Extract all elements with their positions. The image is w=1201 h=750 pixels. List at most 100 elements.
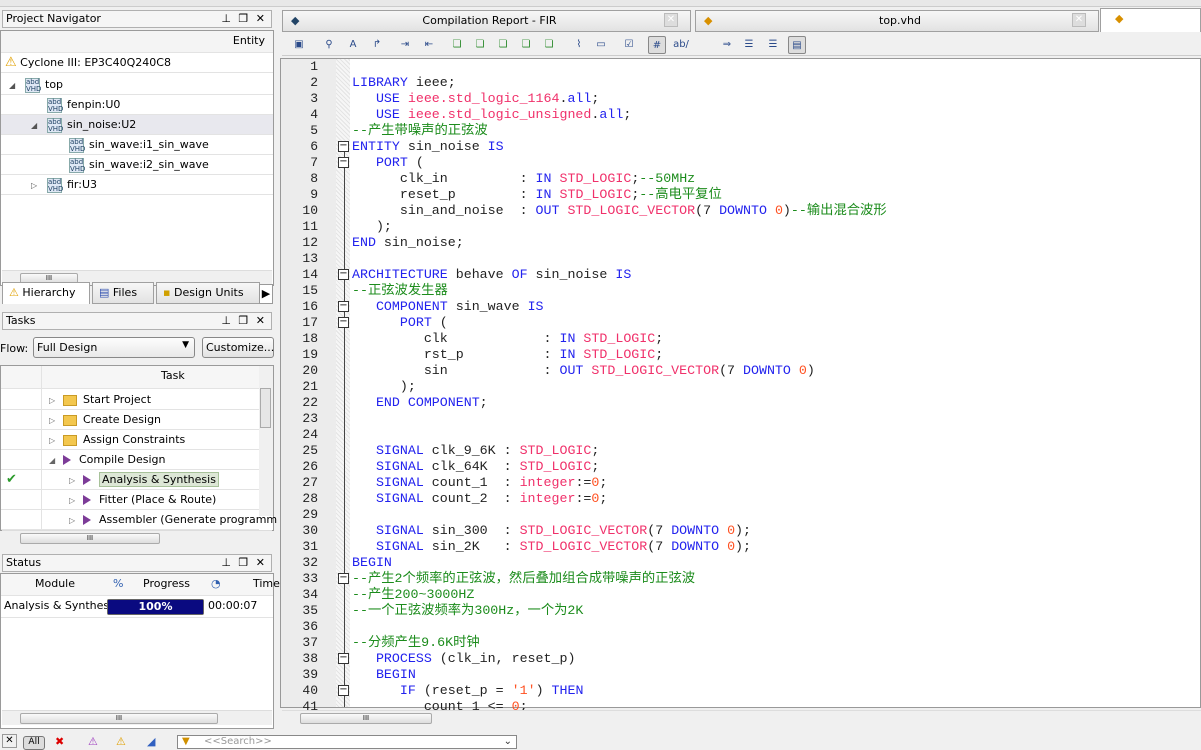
expander-icon[interactable]: ▷: [69, 491, 83, 511]
expander-icon[interactable]: ▷: [49, 411, 63, 431]
fold-toggle-icon[interactable]: −: [338, 317, 349, 328]
replace-icon[interactable]: A: [344, 36, 362, 54]
editor-hscroll[interactable]: III: [282, 710, 1201, 725]
next-bookmark-icon[interactable]: ❏: [471, 36, 489, 54]
entity-column-header[interactable]: Entity: [1, 31, 273, 53]
check-icon: ✔: [6, 472, 17, 487]
fold-toggle-icon[interactable]: −: [338, 573, 349, 584]
window-icon[interactable]: ▣: [290, 36, 308, 54]
tree-item[interactable]: ▷ abd VHD fir:U3: [1, 175, 273, 195]
line-number: 32: [302, 555, 318, 570]
expander-icon[interactable]: ▷: [49, 391, 63, 411]
run-icon: [83, 495, 91, 505]
line-number: 7: [310, 155, 318, 170]
goto-icon[interactable]: ↱: [368, 36, 386, 54]
task-item[interactable]: ▷ Fitter (Place & Route): [1, 490, 259, 510]
tab-top-vhd[interactable]: ◆ top.vhd ✕: [695, 10, 1099, 32]
prev-bookmark-icon[interactable]: ❏: [494, 36, 512, 54]
main-toolbar: [0, 0, 1201, 7]
status-row: Analysis & Synthesis 100% 00:00:07: [1, 596, 273, 618]
task-item[interactable]: ✔ ▷ Analysis & Synthesis: [1, 470, 259, 490]
status-hscroll[interactable]: III: [2, 710, 272, 725]
message-search-input[interactable]: ▼ <<Search>> ⌄: [177, 735, 517, 749]
tab-design-units[interactable]: ▪ Design Units: [156, 282, 260, 304]
tree-item[interactable]: ◢ abd VHD sin_noise:U2: [1, 115, 273, 135]
expander-icon[interactable]: ▷: [69, 511, 83, 531]
code-line: sin_and_noise : OUT STD_LOGIC_VECTOR(7 D…: [352, 203, 887, 218]
task-item[interactable]: ▷ Assembler (Generate programm: [1, 510, 277, 531]
fold-toggle-icon[interactable]: −: [338, 157, 349, 168]
critical-warning-filter-icon[interactable]: ⚠: [88, 735, 98, 748]
folder-icon: [63, 434, 77, 446]
expander-icon[interactable]: ▷: [49, 431, 63, 451]
line-number: 19: [302, 347, 318, 362]
fold-toggle-icon[interactable]: −: [338, 141, 349, 152]
expander-icon[interactable]: ▷: [31, 176, 47, 196]
close-icon[interactable]: ✕: [664, 13, 678, 27]
tree-item[interactable]: ◢ abd VHD top: [1, 75, 273, 95]
layout-icon[interactable]: ▤: [788, 36, 806, 54]
script-icon[interactable]: ▭: [592, 36, 610, 54]
task-item[interactable]: ▷ Start Project: [1, 390, 259, 410]
line-number: 28: [302, 491, 318, 506]
check-icon[interactable]: ☑: [620, 36, 638, 54]
fold-toggle-icon[interactable]: −: [338, 301, 349, 312]
close-messages-button[interactable]: ✕: [2, 734, 17, 748]
warning-filter-icon[interactable]: ⚠: [116, 735, 126, 748]
expander-icon[interactable]: ▷: [69, 471, 83, 491]
task-list: Task ▷ Start Project ▷ Create Design ▷ Assign…: [0, 365, 277, 532]
fold-toggle-icon[interactable]: −: [338, 685, 349, 696]
line-number: 29: [302, 507, 318, 522]
delete-bookmark-icon[interactable]: ❏: [517, 36, 535, 54]
indent-icon[interactable]: ⇥: [396, 36, 414, 54]
panel-buttons[interactable]: ⊥ ❐ ✕: [221, 556, 267, 569]
task-item[interactable]: ◢ Compile Design: [1, 450, 259, 470]
tab-active-file[interactable]: ◆: [1100, 8, 1201, 32]
tree-item[interactable]: abd VHD fenpin:U0: [1, 95, 273, 115]
chevron-down-icon[interactable]: ⌄: [504, 736, 512, 747]
tree-item[interactable]: abd VHD sin_wave:i2_sin_wave: [1, 155, 273, 175]
unindent-icon[interactable]: ⇤: [420, 36, 438, 54]
tree-item[interactable]: abd VHD sin_wave:i1_sin_wave: [1, 135, 273, 155]
tab-scroll-right[interactable]: ▶: [259, 284, 273, 304]
align-left-icon[interactable]: ☰: [740, 36, 758, 54]
panel-title: Project Navigator ⊥ ❐ ✕: [2, 10, 272, 28]
tasks-hscroll[interactable]: III: [2, 530, 272, 545]
customize-button[interactable]: Customize...: [202, 337, 274, 358]
attach-icon[interactable]: ⌇: [570, 36, 588, 54]
code-line: SIGNAL count_1 : integer:=0;: [352, 475, 608, 490]
wrap-icon[interactable]: ab/: [672, 36, 690, 54]
panel-buttons[interactable]: ⊥ ❐ ✕: [221, 12, 267, 25]
close-icon[interactable]: ✕: [1072, 13, 1086, 27]
find-icon[interactable]: ⚲: [320, 36, 338, 54]
tab-compilation-report[interactable]: ◆ Compilation Report - FIR ✕: [282, 10, 691, 32]
expander-icon[interactable]: ◢: [49, 451, 63, 471]
tasks-vscroll[interactable]: [259, 366, 273, 516]
task-item[interactable]: ▷ Create Design: [1, 410, 259, 430]
fold-toggle-icon[interactable]: −: [338, 653, 349, 664]
fold-toggle-icon[interactable]: −: [338, 269, 349, 280]
line-number: 25: [302, 443, 318, 458]
task-item[interactable]: ▷ Assign Constraints: [1, 430, 259, 450]
error-filter-icon[interactable]: ✖: [55, 735, 64, 748]
panel-buttons[interactable]: ⊥ ❐ ✕: [221, 314, 267, 327]
folder-icon: [63, 414, 77, 426]
flow-select[interactable]: Full Design ▼: [33, 337, 195, 358]
line-number: 40: [302, 683, 318, 698]
line-numbers-icon[interactable]: #: [648, 36, 666, 54]
code-line: ARCHITECTURE behave OF sin_noise IS: [352, 267, 632, 282]
bookmark-icon[interactable]: ❏: [448, 36, 466, 54]
tab-files[interactable]: ▤ Files: [92, 282, 154, 304]
line-number: 30: [302, 523, 318, 538]
expander-icon[interactable]: ◢: [31, 116, 47, 136]
tab-hierarchy[interactable]: ⚠ Hierarchy: [2, 282, 90, 304]
device-row[interactable]: ⚠ Cyclone III: EP3C40Q240C8: [1, 53, 273, 73]
expander-icon[interactable]: ◢: [9, 76, 25, 96]
line-number: 5: [310, 123, 318, 138]
info-filter-icon[interactable]: ◢: [147, 735, 155, 748]
arrow-icon[interactable]: ⇒: [718, 36, 736, 54]
align-right-icon[interactable]: ☰: [764, 36, 782, 54]
tab-icon: ▤: [99, 286, 110, 299]
line-number: 13: [302, 251, 318, 266]
clear-bookmarks-icon[interactable]: ❏: [540, 36, 558, 54]
